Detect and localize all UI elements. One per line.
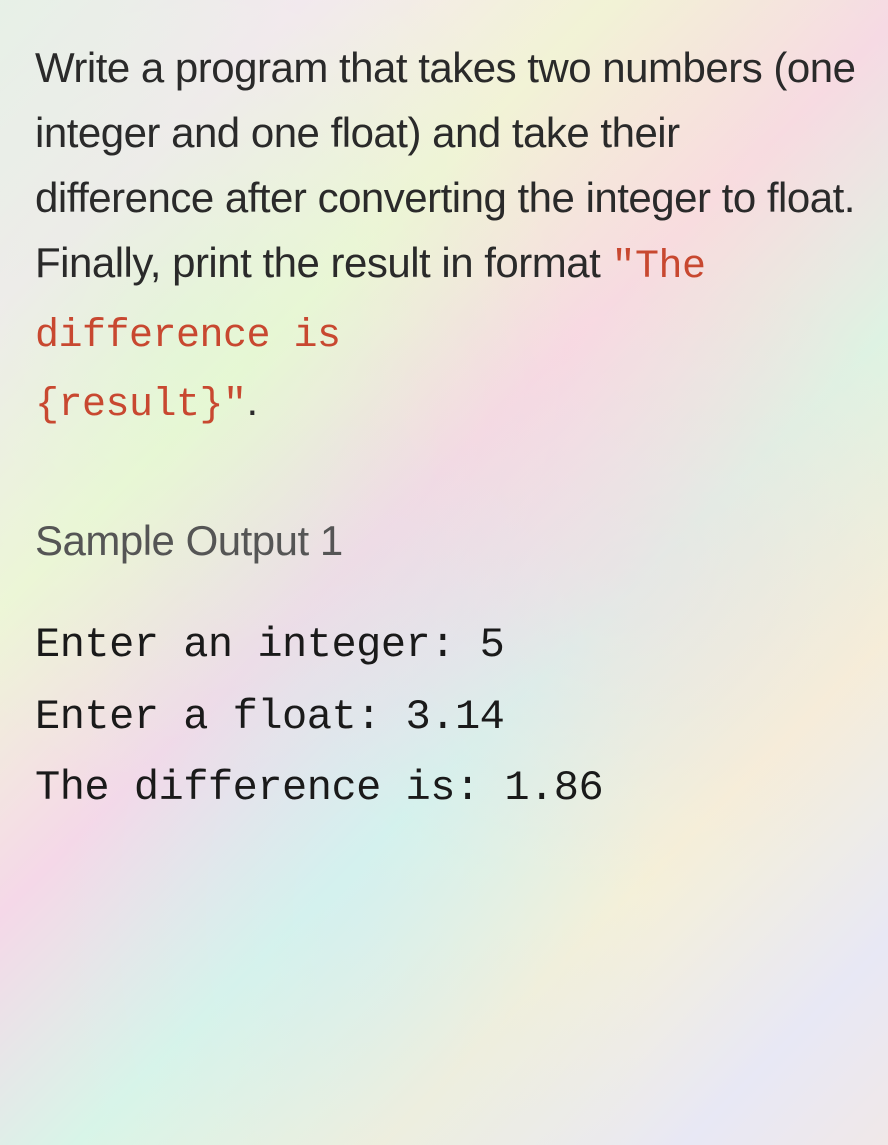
output-line-3: The difference is: 1.86 [35,753,863,824]
output-line-2: Enter a float: 3.14 [35,682,863,753]
format-string-part2: {result}" [35,383,247,428]
instruction-paragraph: Write a program that takes two numbers (… [35,35,863,437]
sample-output-block: Enter an integer: 5 Enter a float: 3.14 … [35,610,863,824]
output-line-1: Enter an integer: 5 [35,610,863,681]
document-content: Write a program that takes two numbers (… [0,0,888,824]
instruction-text-part1: Write a program that takes two numbers (… [35,44,855,286]
sample-output-heading: Sample Output 1 [35,517,863,565]
instruction-text-part2: . [247,377,258,424]
